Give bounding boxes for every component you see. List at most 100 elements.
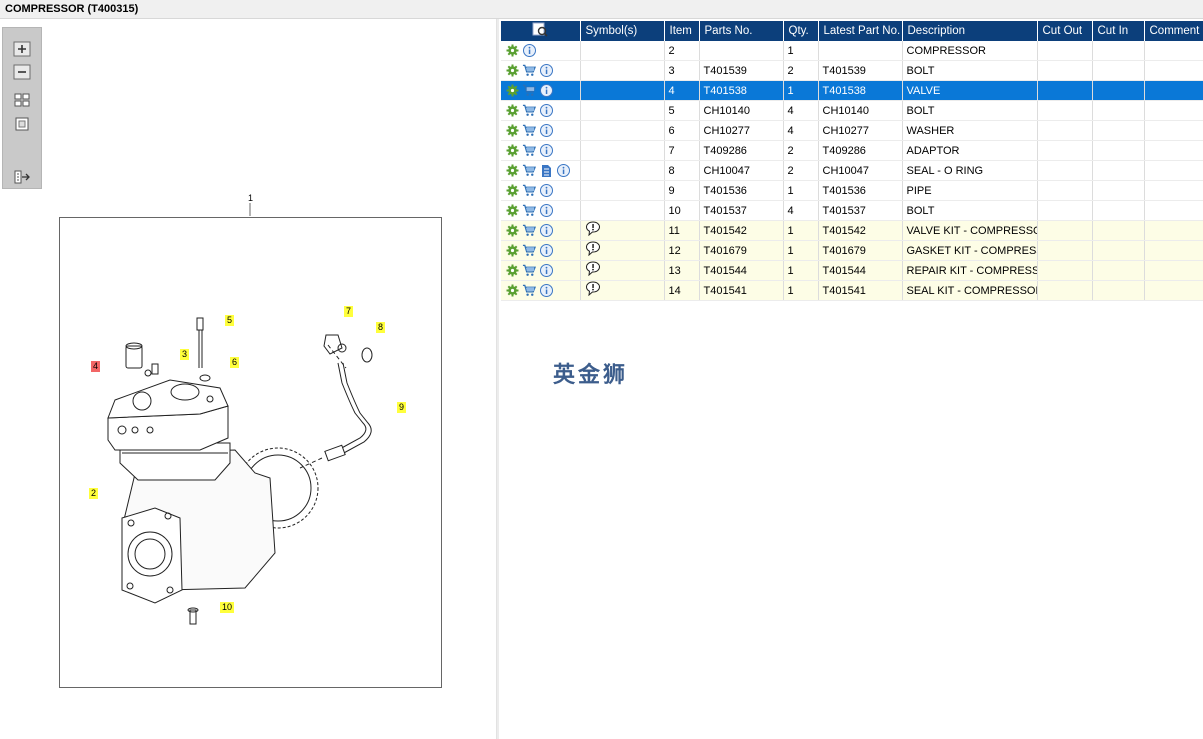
info-icon[interactable] xyxy=(522,44,536,58)
row-comment xyxy=(1144,280,1203,301)
diagram-pane[interactable]: 1 2 3 4 5 6 7 8 9 10 xyxy=(0,19,496,739)
callout-4[interactable]: 4 xyxy=(91,361,101,372)
details-gear-icon[interactable] xyxy=(505,44,519,58)
table-row[interactable]: 11 T401542 1 T401542 VALVE KIT - COMPRESSOR xyxy=(501,220,1203,241)
add-to-cart-icon[interactable] xyxy=(522,284,536,298)
callout-7[interactable]: 7 xyxy=(344,306,354,317)
details-gear-icon[interactable] xyxy=(505,84,519,98)
details-gear-icon[interactable] xyxy=(505,244,519,258)
info-icon[interactable] xyxy=(539,284,553,298)
add-to-cart-icon[interactable] xyxy=(522,184,536,198)
row-latest-part-no: T401544 xyxy=(818,260,903,281)
details-gear-icon[interactable] xyxy=(505,64,519,78)
info-icon[interactable] xyxy=(556,164,570,178)
row-latest-part-no: T409286 xyxy=(818,140,903,161)
details-gear-icon[interactable] xyxy=(505,284,519,298)
add-to-cart-icon[interactable] xyxy=(522,124,536,138)
table-row[interactable]: 6 CH10277 4 CH10277 WASHER xyxy=(501,120,1203,141)
column-header-parts-no[interactable]: Parts No. xyxy=(699,21,784,41)
note-symbol-icon[interactable] xyxy=(585,241,601,257)
info-icon[interactable] xyxy=(539,264,553,278)
row-parts-no: CH10140 xyxy=(699,100,784,121)
details-gear-icon[interactable] xyxy=(505,144,519,158)
add-to-cart-icon[interactable] xyxy=(522,104,536,118)
row-cut-in xyxy=(1092,180,1145,201)
row-item: 12 xyxy=(664,240,700,261)
column-header-comment[interactable]: Comment xyxy=(1144,21,1203,41)
table-row[interactable]: 4 T401538 1 T401538 VALVE xyxy=(501,80,1203,101)
row-latest-part-no: CH10047 xyxy=(818,160,903,181)
column-header-description[interactable]: Description xyxy=(902,21,1038,41)
note-symbol-icon[interactable] xyxy=(585,221,601,237)
callout-6[interactable]: 6 xyxy=(230,357,240,368)
info-icon[interactable] xyxy=(539,204,553,218)
add-to-cart-icon[interactable] xyxy=(522,144,536,158)
row-description: BOLT xyxy=(902,100,1038,121)
info-icon[interactable] xyxy=(539,64,553,78)
callout-2[interactable]: 2 xyxy=(89,488,99,499)
row-cut-out xyxy=(1037,180,1093,201)
add-to-cart-icon[interactable] xyxy=(522,84,536,98)
row-parts-no: T401536 xyxy=(699,180,784,201)
callout-5[interactable]: 5 xyxy=(225,315,235,326)
column-header-latest-part-no[interactable]: Latest Part No. xyxy=(818,21,903,41)
details-gear-icon[interactable] xyxy=(505,104,519,118)
details-gear-icon[interactable] xyxy=(505,184,519,198)
note-symbol-icon[interactable] xyxy=(585,261,601,277)
info-icon[interactable] xyxy=(539,104,553,118)
details-gear-icon[interactable] xyxy=(505,164,519,178)
table-row[interactable]: 10 T401537 4 T401537 BOLT xyxy=(501,200,1203,221)
row-symbols xyxy=(580,80,665,101)
row-symbols xyxy=(580,200,665,221)
row-comment xyxy=(1144,120,1203,141)
details-gear-icon[interactable] xyxy=(505,264,519,278)
row-parts-no: T401538 xyxy=(699,80,784,101)
add-to-cart-icon[interactable] xyxy=(522,224,536,238)
column-header-qty[interactable]: Qty. xyxy=(783,21,819,41)
column-header-icons[interactable] xyxy=(501,21,581,41)
window-title: COMPRESSOR (T400315) xyxy=(5,3,139,15)
add-to-cart-icon[interactable] xyxy=(522,164,536,178)
search-parts-icon[interactable] xyxy=(532,22,548,37)
table-row[interactable]: 9 T401536 1 T401536 PIPE xyxy=(501,180,1203,201)
table-row[interactable]: 2 1 COMPRESSOR xyxy=(501,41,1203,61)
info-icon[interactable] xyxy=(539,144,553,158)
table-row[interactable]: 5 CH10140 4 CH10140 BOLT xyxy=(501,100,1203,121)
add-to-cart-icon[interactable] xyxy=(522,264,536,278)
row-cut-in xyxy=(1092,80,1145,101)
add-to-cart-icon[interactable] xyxy=(522,244,536,258)
info-icon[interactable] xyxy=(539,84,553,98)
callout-10[interactable]: 10 xyxy=(220,602,235,613)
column-header-cut-in[interactable]: Cut In xyxy=(1092,21,1145,41)
table-row[interactable]: 14 T401541 1 T401541 SEAL KIT - COMPRESSOR xyxy=(501,280,1203,301)
document-icon[interactable] xyxy=(539,164,553,178)
row-cut-in xyxy=(1092,160,1145,181)
info-icon[interactable] xyxy=(539,184,553,198)
column-header-cut-out[interactable]: Cut Out xyxy=(1037,21,1093,41)
row-symbols xyxy=(580,120,665,141)
table-row[interactable]: 7 T409286 2 T409286 ADAPTOR xyxy=(501,140,1203,161)
details-gear-icon[interactable] xyxy=(505,124,519,138)
info-icon[interactable] xyxy=(539,124,553,138)
table-row[interactable]: 3 T401539 2 T401539 BOLT xyxy=(501,60,1203,81)
details-gear-icon[interactable] xyxy=(505,224,519,238)
column-header-item[interactable]: Item xyxy=(664,21,700,41)
note-symbol-icon[interactable] xyxy=(585,281,601,297)
info-icon[interactable] xyxy=(539,244,553,258)
row-comment xyxy=(1144,200,1203,221)
add-to-cart-icon[interactable] xyxy=(522,64,536,78)
table-row[interactable]: 12T4016791T401679GASKET KIT - COMPRESSOR xyxy=(501,240,1203,261)
callout-9[interactable]: 9 xyxy=(397,402,407,413)
callout-8[interactable]: 8 xyxy=(376,322,386,333)
details-gear-icon[interactable] xyxy=(505,204,519,218)
row-cut-in xyxy=(1092,200,1145,221)
column-header-symbols[interactable]: Symbol(s) xyxy=(580,21,665,41)
add-to-cart-icon[interactable] xyxy=(522,204,536,218)
table-row[interactable]: 8 CH10047 2 CH10047 SEAL - O RING xyxy=(501,160,1203,181)
row-cut-out xyxy=(1037,140,1093,161)
callout-3[interactable]: 3 xyxy=(180,349,190,360)
row-qty: 1 xyxy=(783,240,819,261)
info-icon[interactable] xyxy=(539,224,553,238)
table-row[interactable]: 13T4015441T401544REPAIR KIT - COMPRESSOR xyxy=(501,260,1203,281)
row-description: ADAPTOR xyxy=(902,140,1038,161)
